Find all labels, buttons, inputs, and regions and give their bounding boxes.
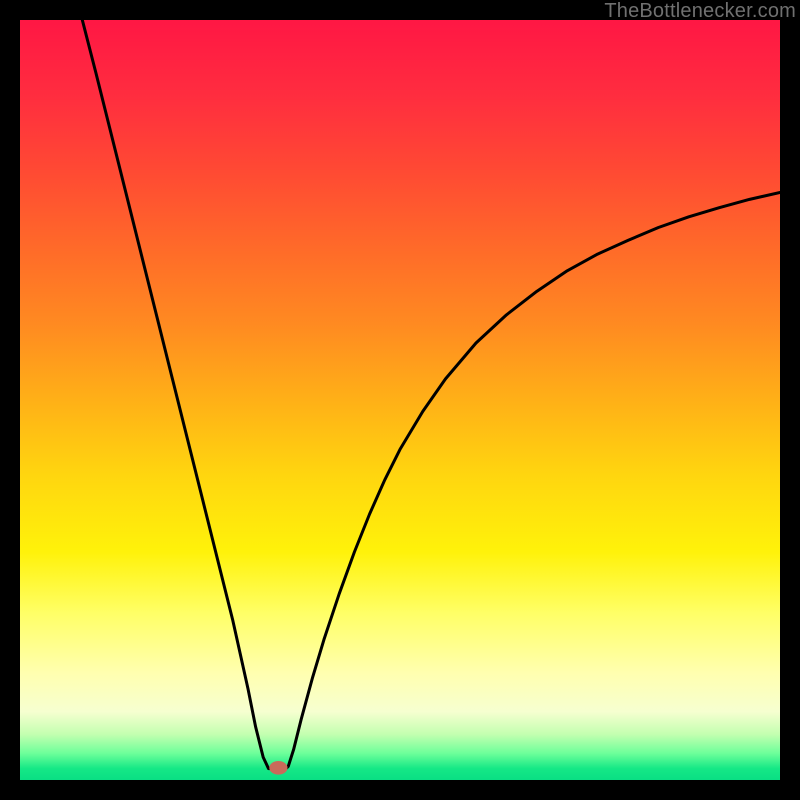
watermark-text: TheBottlenecker.com [604,0,796,23]
chart-frame [20,20,780,780]
optimal-point-marker [269,761,287,775]
bottleneck-chart [20,20,780,780]
gradient-background [20,20,780,780]
